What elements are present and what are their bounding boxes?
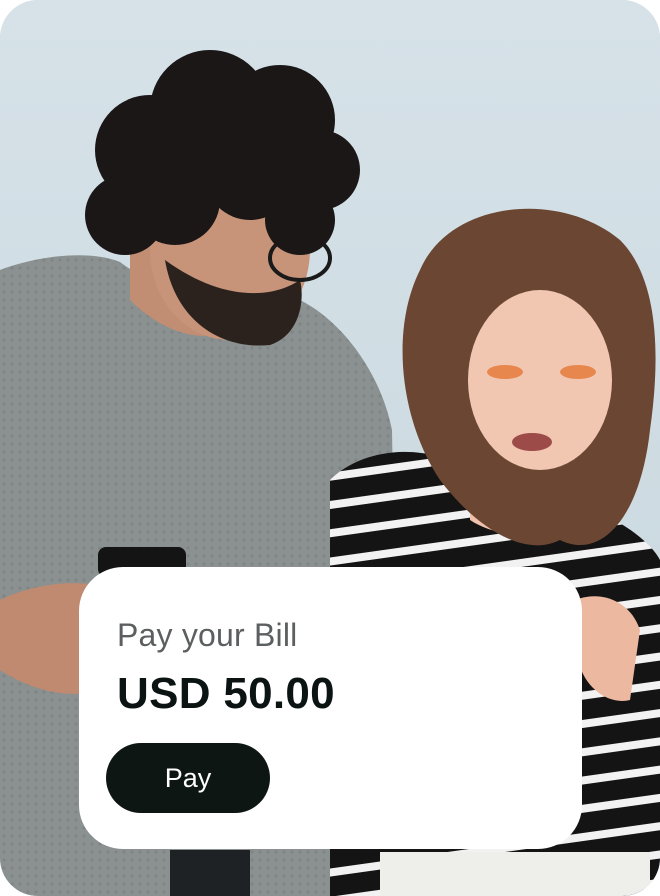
pay-button[interactable]: Pay (106, 743, 270, 813)
bill-card: Pay your Bill USD 50.00 Pay (79, 567, 582, 849)
bill-amount: USD 50.00 (117, 669, 335, 718)
bill-label: Pay your Bill (117, 617, 298, 653)
promo-frame: Pay your Bill USD 50.00 Pay (0, 0, 660, 896)
